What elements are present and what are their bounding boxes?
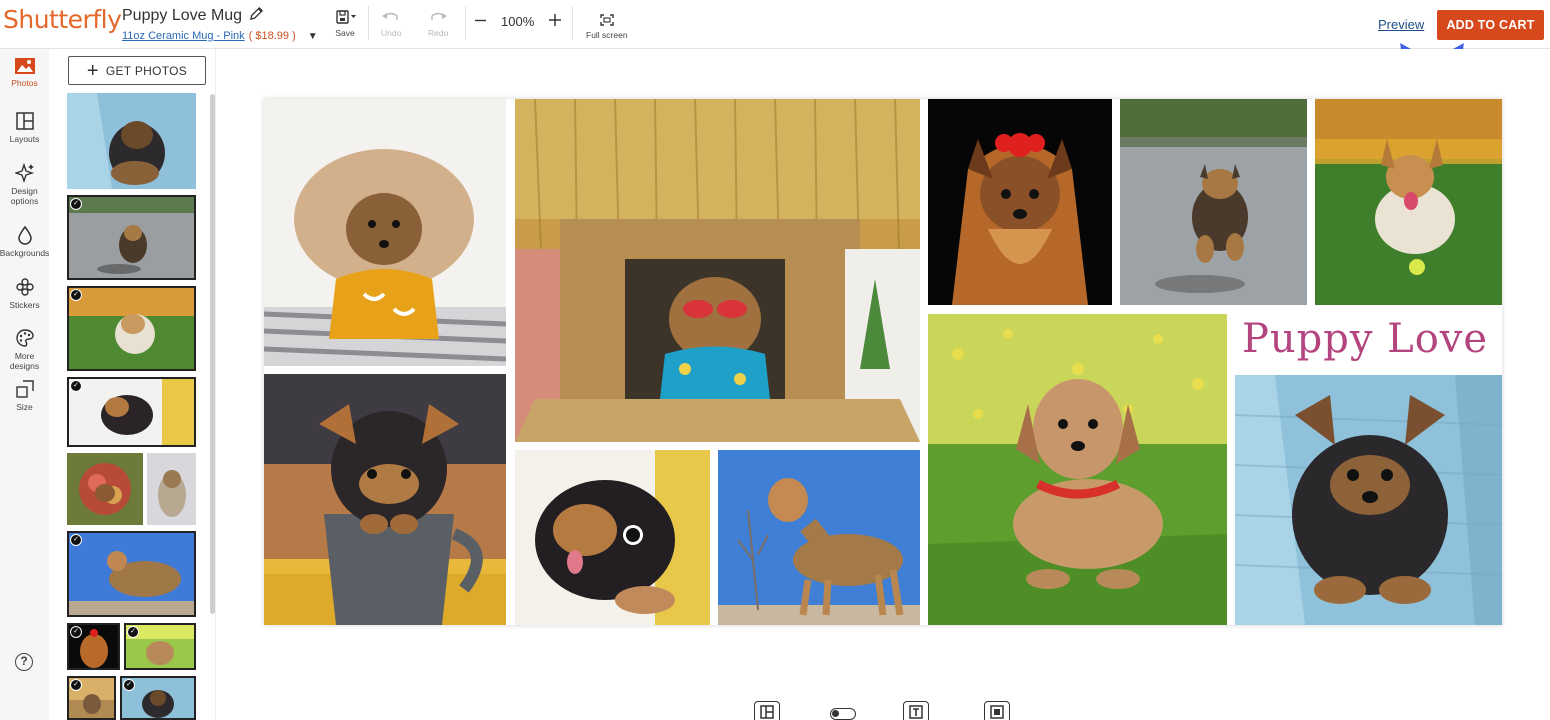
sidebar-item-label: Stickers [9, 300, 40, 310]
undo-label: Undo [381, 28, 402, 38]
check-icon: ✓ [70, 198, 82, 210]
redo-label: Redo [428, 28, 449, 38]
collage-photo[interactable] [515, 99, 920, 442]
photo-thumbnail[interactable]: ✓ [67, 623, 120, 670]
save-label: Save [335, 28, 355, 38]
check-icon: ✓ [123, 679, 135, 691]
collage-photo[interactable] [1120, 99, 1307, 305]
check-icon: ✓ [70, 380, 82, 392]
pencil-icon[interactable] [249, 6, 264, 26]
layout-toggle-button[interactable] [754, 701, 780, 720]
collage-photo[interactable] [264, 99, 506, 366]
collage-photo[interactable] [1235, 375, 1502, 625]
photo-thumbnail[interactable] [67, 93, 196, 189]
drop-icon [17, 225, 32, 245]
preview-link[interactable]: Preview [1378, 17, 1424, 32]
switch-toggle[interactable] [830, 708, 856, 720]
zoom-in-icon[interactable] [548, 13, 562, 30]
sidebar-item-stickers[interactable]: Stickers [0, 277, 49, 310]
product-price: ( $18.99 ) [248, 30, 296, 42]
product-name[interactable]: 11oz Ceramic Mug - Pink [122, 30, 245, 42]
photo-tray: + GET PHOTOS ✓ ✓ ✓ ✓ ✓ ✓ ✓ ✓ [49, 49, 215, 720]
photo-thumbnail[interactable]: ✓ [67, 377, 196, 447]
divider [465, 6, 466, 40]
divider [572, 6, 573, 40]
check-icon: ✓ [70, 679, 82, 691]
photo-thumbnail[interactable]: ✓ [124, 623, 196, 670]
redo-icon [431, 12, 448, 20]
check-icon: ✓ [70, 626, 82, 638]
palette-icon [15, 329, 34, 347]
sticker-icon [15, 278, 34, 296]
photo-thumbnail[interactable]: ✓ [67, 195, 196, 280]
collage-photo[interactable] [1315, 99, 1502, 305]
photo-thumbnail[interactable]: ✓ [67, 676, 116, 720]
product-selector[interactable]: 11oz Ceramic Mug - Pink ( $18.99 ) ▼ [122, 30, 318, 42]
collage-photo[interactable] [928, 99, 1112, 305]
sidebar-item-label: Size [16, 402, 33, 412]
plus-icon: + [86, 59, 99, 82]
collage-photo[interactable] [515, 450, 710, 625]
full-screen-label: Full screen [586, 30, 628, 40]
photo-thumbnail[interactable]: ✓ [120, 676, 196, 720]
layout-icon [760, 705, 774, 719]
photo-thumbnail[interactable] [67, 453, 143, 525]
get-photos-button[interactable]: + GET PHOTOS [68, 56, 206, 85]
caption-text[interactable]: Puppy Love [1228, 306, 1502, 372]
check-icon: ✓ [70, 534, 82, 546]
full-screen-button[interactable]: Full screen [586, 14, 628, 40]
project-title-text[interactable]: Puppy Love Mug [122, 7, 242, 25]
photo-thumbnail[interactable] [147, 453, 196, 525]
frame-icon [990, 705, 1004, 719]
collage-photo[interactable] [264, 374, 506, 625]
layout-icon [15, 112, 34, 130]
photo-icon [14, 58, 35, 74]
check-icon: ✓ [70, 289, 82, 301]
sidebar-item-design-options[interactable]: Design options [0, 163, 49, 206]
size-icon [15, 380, 34, 398]
get-photos-label: GET PHOTOS [105, 63, 188, 78]
collage-photo[interactable] [718, 450, 920, 625]
add-frame-button[interactable] [984, 701, 1010, 720]
zoom-control: 100% [474, 13, 562, 30]
shutterfly-logo[interactable]: Shutterfly [3, 5, 122, 34]
add-to-cart-button[interactable]: ADD TO CART [1437, 10, 1544, 40]
divider [368, 6, 369, 40]
header: Shutterfly Puppy Love Mug 11oz Ceramic M… [0, 0, 1550, 49]
sparkle-icon [14, 163, 34, 183]
tool-rail: Photos Layouts Design options Background… [0, 49, 49, 720]
save-icon [336, 10, 356, 24]
sidebar-item-photos[interactable]: Photos [0, 57, 49, 88]
undo-button[interactable]: Undo [381, 10, 401, 38]
sidebar-item-label: Layouts [9, 134, 40, 144]
redo-button[interactable]: Redo [428, 10, 448, 38]
text-icon [909, 705, 923, 719]
check-icon: ✓ [127, 626, 139, 638]
sidebar-item-more-designs[interactable]: More designs [0, 328, 49, 371]
full-screen-icon [600, 14, 614, 26]
add-text-button[interactable] [903, 701, 929, 720]
photo-thumbnail[interactable]: ✓ [67, 531, 196, 617]
project-title[interactable]: Puppy Love Mug [122, 6, 264, 26]
zoom-out-icon[interactable] [474, 14, 487, 30]
caret-down-icon[interactable]: ▼ [308, 31, 318, 42]
sidebar-item-layouts[interactable]: Layouts [0, 111, 49, 144]
zoom-value: 100% [501, 14, 535, 29]
sidebar-item-backgrounds[interactable]: Backgrounds [0, 225, 49, 258]
help-icon[interactable]: ? [15, 653, 33, 671]
sidebar-item-size[interactable]: Size [0, 379, 49, 412]
sidebar-item-label: Photos [11, 78, 38, 88]
collage-photo[interactable] [928, 314, 1227, 625]
undo-icon [382, 12, 398, 20]
sidebar-item-label: Backgrounds [0, 248, 50, 258]
sidebar-item-label: More designs [9, 351, 40, 371]
save-button[interactable]: Save [333, 10, 357, 38]
photo-thumbnail[interactable]: ✓ [67, 286, 196, 371]
sidebar-item-label: Design options [10, 186, 39, 206]
